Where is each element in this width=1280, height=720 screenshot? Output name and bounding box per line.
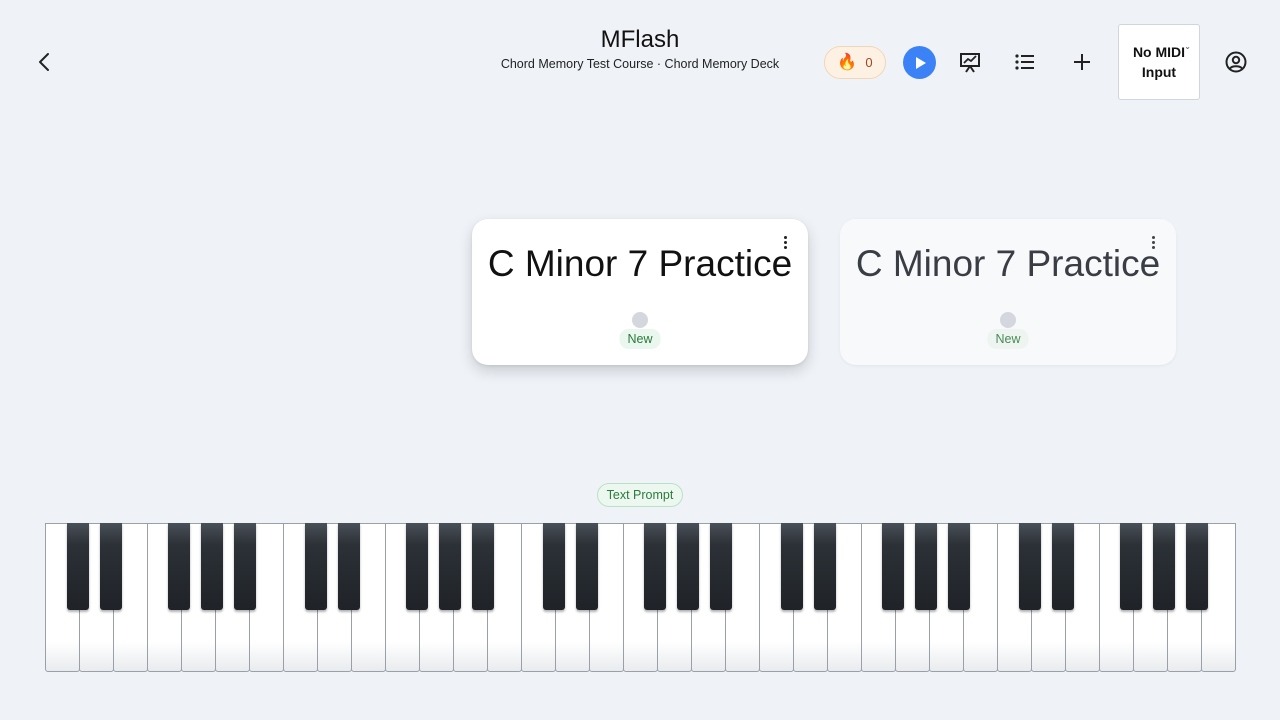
piano-black-key[interactable] [439,523,462,610]
chart-presentation-icon [960,53,980,73]
piano-black-key[interactable] [644,523,667,610]
chevron-down-icon: ⌄ [1184,42,1191,51]
play-button[interactable] [903,46,936,79]
back-button[interactable] [30,48,58,76]
piano-black-key[interactable] [472,523,495,610]
card-title: C Minor 7 Practice [855,243,1161,284]
piano-black-key[interactable] [67,523,90,610]
dot [783,235,787,239]
back-arrow-icon [39,53,49,71]
header-title-block: MFlash Chord Memory Test Course · Chord … [440,26,840,71]
piano-black-key[interactable] [781,523,804,610]
flashcard-current[interactable]: C Minor 7 Practice New [472,219,808,365]
dot [1151,235,1155,239]
flame-icon: 🔥 [837,53,858,71]
piano-black-key[interactable] [100,523,123,610]
list-button[interactable] [1011,48,1039,76]
text-prompt-tag[interactable]: Text Prompt [597,483,683,507]
dot [783,240,787,244]
piano-black-key[interactable] [1120,523,1143,610]
piano-black-key[interactable] [677,523,700,610]
stats-button[interactable] [956,48,984,76]
status-badge: New [619,329,661,349]
app-title: MFlash [600,26,680,53]
dot [1151,245,1155,249]
streak-badge[interactable]: 🔥 0 [824,46,886,79]
piano-keyboard[interactable] [45,523,1236,672]
streak-count: 0 [865,55,873,70]
add-button[interactable] [1068,48,1096,76]
account-circle-icon [1225,51,1247,73]
breadcrumb: Chord Memory Test Course · Chord Memory … [500,57,780,71]
piano-black-key[interactable] [915,523,938,610]
card-title: C Minor 7 Practice [487,243,793,284]
midi-input-select[interactable]: No MIDI Input ⌄ [1118,24,1200,100]
piano-black-key[interactable] [305,523,328,610]
piano-black-key[interactable] [814,523,837,610]
piano-black-key[interactable] [1052,523,1075,610]
card-progress-dot [1000,312,1016,328]
piano-black-key[interactable] [882,523,905,610]
piano-black-key[interactable] [1019,523,1042,610]
piano-black-key[interactable] [710,523,733,610]
piano-black-key[interactable] [201,523,224,610]
midi-input-value: No MIDI Input [1132,44,1186,80]
piano-black-key[interactable] [234,523,257,610]
plus-icon [1074,54,1090,70]
card-menu-button[interactable] [1146,233,1160,251]
card-menu-button[interactable] [778,233,792,251]
piano-black-key[interactable] [406,523,429,610]
card-progress-dot [632,312,648,328]
piano-black-key[interactable] [338,523,361,610]
piano-black-key[interactable] [1186,523,1209,610]
status-badge: New [987,329,1029,349]
flashcard-next[interactable]: C Minor 7 Practice New [840,219,1176,365]
piano-black-key[interactable] [1153,523,1176,610]
piano-black-key[interactable] [543,523,566,610]
piano-black-key[interactable] [168,523,191,610]
piano-black-key[interactable] [576,523,599,610]
dot [783,245,787,249]
account-button[interactable] [1222,48,1250,76]
dot [1151,240,1155,244]
list-icon [1015,54,1034,70]
play-icon [915,56,926,69]
piano-black-key[interactable] [948,523,971,610]
